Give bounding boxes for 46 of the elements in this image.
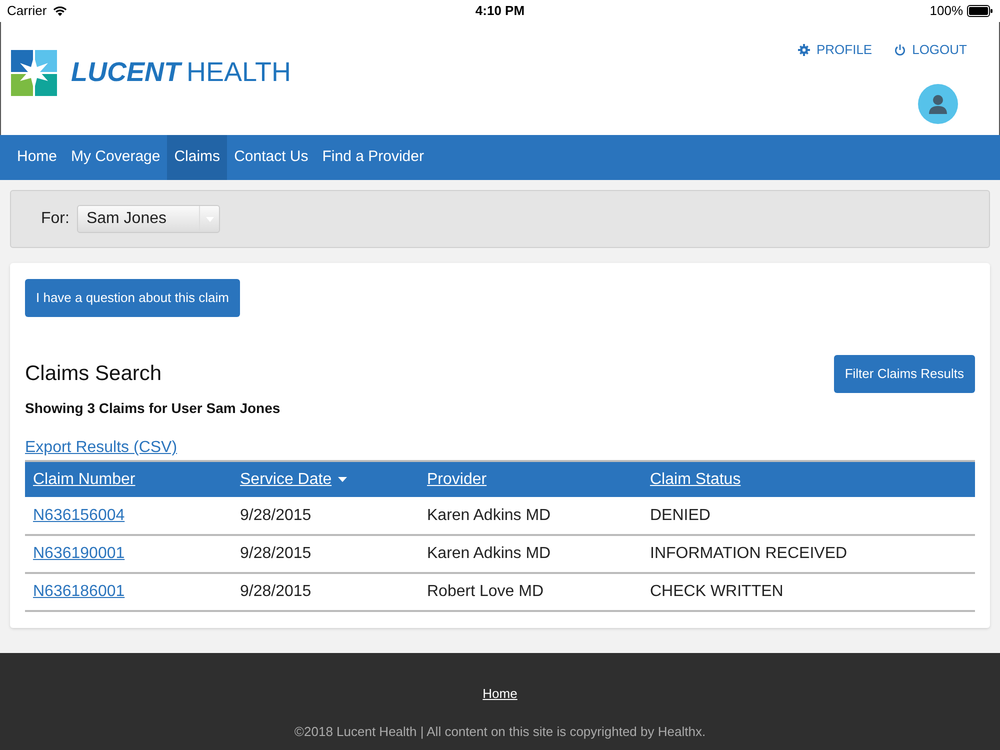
export-link[interactable]: Export Results (CSV): [25, 436, 178, 460]
nav-tab[interactable]: Home: [10, 135, 64, 180]
nav-tab[interactable]: My Coverage: [64, 135, 168, 180]
member-dropdown[interactable]: Sam Jones: [77, 205, 220, 233]
table-cell: CHECK WRITTEN: [650, 583, 784, 600]
person-icon: [928, 94, 948, 114]
power-icon: [894, 44, 906, 56]
battery-icon: [967, 5, 993, 17]
column-sort-link[interactable]: Provider: [427, 468, 487, 492]
page-title: Claims Search: [25, 361, 162, 388]
profile-link[interactable]: PROFILE: [798, 40, 872, 60]
logout-link[interactable]: LOGOUT: [894, 40, 967, 60]
caret-icon: [206, 216, 214, 222]
nav-tab[interactable]: Find a Provider: [315, 135, 431, 180]
table-cell: Karen Adkins MD: [427, 545, 551, 562]
logo-wordmark: LUCENT: [71, 56, 180, 90]
table-cell: 9/28/2015: [240, 506, 312, 524]
logo-icon: [11, 50, 57, 96]
column-sort-link[interactable]: Claim Status: [650, 468, 741, 492]
table-cell: Karen Adkins MD: [427, 506, 551, 524]
logo-wordmark-suffix: HEALTH: [186, 56, 292, 90]
table-cell: 9/28/2015: [240, 583, 312, 600]
table-cell: 9/28/2015: [240, 545, 312, 562]
footer-home-link[interactable]: Home: [482, 684, 518, 704]
sort-caret-icon: [338, 477, 347, 482]
column-sort-link[interactable]: Claim Number: [33, 468, 136, 492]
for-label: For:: [41, 209, 70, 229]
settings-icon: [798, 44, 810, 56]
claim-link[interactable]: N636190001: [33, 545, 125, 562]
avatar[interactable]: [918, 84, 958, 124]
question-button[interactable]: I have a question about this claim: [25, 279, 240, 317]
wifi-icon: [52, 6, 67, 16]
table-cell: DENIED: [650, 506, 710, 524]
nav-tab[interactable]: Contact Us: [227, 135, 316, 180]
results-summary: Showing 3 Claims for User Sam Jones: [25, 399, 280, 418]
table-cell: INFORMATION RECEIVED: [650, 545, 848, 562]
battery-percent: 100%: [930, 2, 963, 20]
carrier-label: Carrier: [7, 2, 47, 20]
nav-tab[interactable]: Claims: [167, 135, 228, 180]
copyright-text: ©2018 Lucent Health | All content on this site is copyrighted by Healthx.: [294, 722, 706, 741]
column-sort-link[interactable]: Service Date: [240, 468, 347, 492]
claim-link[interactable]: N636156004: [33, 506, 125, 524]
table-cell: Robert Love MD: [427, 583, 544, 600]
clock-time: 4:10 PM: [475, 2, 525, 20]
claim-link[interactable]: N636186001: [33, 583, 125, 600]
filter-button[interactable]: Filter Claims Results: [834, 355, 975, 393]
